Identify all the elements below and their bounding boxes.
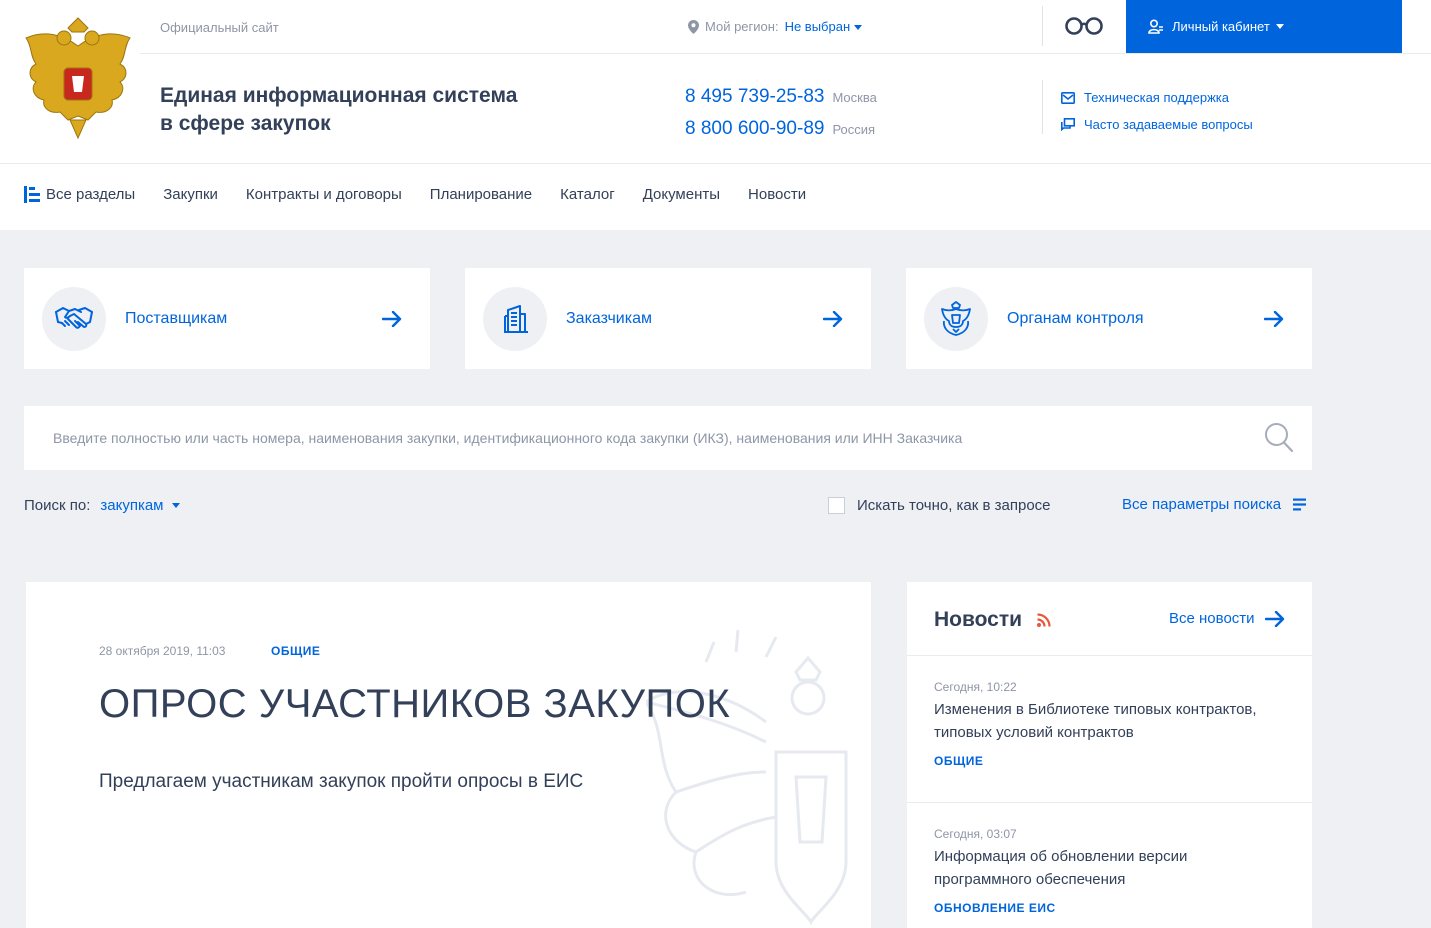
chevron-down-icon [171,503,180,508]
news-title-text: Новости [934,608,1023,631]
site-header: Официальный сайт Мой регион: Не выбран Л… [0,0,1431,230]
header-divider [140,53,1431,54]
nav-item-planning[interactable]: Планирование [430,186,532,203]
search-input[interactable] [24,406,1244,470]
header-separator [1042,6,1043,46]
phone-city: Москва [832,90,877,105]
support-link[interactable]: Техническая поддержка [1061,90,1229,105]
search-by: Поиск по: закупкам [24,497,180,514]
eagle-watermark-icon [646,629,848,926]
all-search-params-link[interactable]: Все параметры поиска [1122,496,1307,513]
support-label: Техническая поддержка [1084,90,1229,105]
arrow-right-icon [823,310,843,327]
news-title: Новости [934,608,1052,632]
coat-of-arms-logo[interactable] [22,16,134,140]
chat-icon [1061,118,1075,131]
site-title[interactable]: Единая информационная система в сфере за… [160,82,540,138]
role-card-customers[interactable]: Заказчикам [465,268,871,369]
nav-item-news[interactable]: Новости [748,186,806,203]
phone-row: 8 800 600-90-89 Россия [685,118,875,140]
faq-link[interactable]: Часто задаваемые вопросы [1061,117,1253,132]
search-by-label: Поиск по: [24,497,91,514]
role-card-control-bodies[interactable]: Органам контроля [906,268,1312,369]
article-date: 28 октября 2019, 11:03 [99,644,226,658]
header-divider [0,163,1431,164]
mail-icon [1061,91,1075,104]
search-by-dropdown[interactable]: закупкам [100,497,180,514]
article-tag[interactable]: ОБЩИЕ [271,644,320,658]
news-item-title[interactable]: Изменения в Библиотеке типовых контракто… [934,698,1284,744]
all-news-link[interactable]: Все новости [1169,610,1285,627]
handshake-icon [55,306,93,329]
rss-icon[interactable] [1036,612,1052,628]
news-divider [907,802,1312,803]
search-icon[interactable] [1264,422,1294,454]
search-box [24,406,1312,470]
sections-icon [24,186,40,203]
personal-cabinet-button[interactable]: Личный кабинет [1126,0,1402,53]
region-label: Мой регион: [705,19,779,34]
role-icon-circle [924,286,988,351]
news-item-title[interactable]: Информация об обновлении версии программ… [934,845,1284,891]
phone-number[interactable]: 8 495 739-25-83 [685,86,824,107]
news-item-date: Сегодня, 10:22 [934,680,1017,694]
news-item-date: Сегодня, 03:07 [934,827,1017,841]
phone-number[interactable]: 8 800 600-90-89 [685,118,824,139]
region-value[interactable]: Не выбран [785,19,863,34]
news-item[interactable]: Сегодня, 03:07 Информация об обновлении … [934,827,1284,915]
all-params-label: Все параметры поиска [1122,496,1282,513]
all-news-label: Все новости [1169,610,1255,627]
arrow-right-icon [1264,310,1284,327]
main-navigation: Все разделы Закупки Контракты и договоры… [24,186,834,203]
exact-search-label: Искать точно, как в запросе [857,497,1051,514]
nav-item-purchases[interactable]: Закупки [163,186,218,203]
nav-item-label: Все разделы [46,186,136,203]
accessibility-glasses-icon[interactable] [1064,14,1104,38]
nav-item-contracts[interactable]: Контракты и договоры [246,186,402,203]
role-card-suppliers[interactable]: Поставщикам [24,268,430,369]
header-separator [1042,80,1043,134]
site-title-line: в сфере закупок [160,112,331,135]
article-headline[interactable]: ОПРОС УЧАСТНИКОВ ЗАКУПОК [99,682,730,727]
news-item[interactable]: Сегодня, 10:22 Изменения в Библиотеке ти… [934,680,1284,768]
filter-list-icon [1293,498,1307,511]
phone-city: Россия [832,122,876,137]
search-by-value: закупкам [100,497,164,514]
role-icon-circle [42,286,106,351]
phone-row: 8 495 739-25-83 Москва [685,86,877,108]
role-icon-circle [483,286,547,351]
chevron-down-icon [1275,24,1284,29]
article-lead: Предлагаем участникам закупок пройти опр… [99,771,584,792]
news-item-tag[interactable]: ОБЩИЕ [934,754,1284,768]
featured-news-card[interactable]: 28 октября 2019, 11:03 ОБЩИЕ ОПРОС УЧАСТ… [26,582,871,928]
chevron-down-icon [854,25,863,31]
nav-item-catalog[interactable]: Каталог [560,186,615,203]
nav-item-documents[interactable]: Документы [643,186,720,203]
arrow-right-icon [1264,610,1284,627]
emblem-icon [941,300,971,336]
role-card-label: Органам контроля [1007,309,1144,327]
site-title-line: Единая информационная система [160,84,518,107]
exact-search-option[interactable]: Искать точно, как в запросе [828,497,1051,514]
news-divider [907,655,1312,656]
building-icon [504,304,528,333]
news-panel: Новости Все новости Сегодня, 10:22 Измен… [907,582,1312,928]
region-selector[interactable]: Мой регион: Не выбран [688,19,863,34]
role-card-label: Заказчикам [566,309,652,327]
official-site-label: Официальный сайт [160,20,279,35]
region-value-text: Не выбран [784,19,851,34]
arrow-right-icon [382,310,402,327]
faq-label: Часто задаваемые вопросы [1084,117,1253,132]
news-item-tag[interactable]: ОБНОВЛЕНИЕ ЕИС [934,901,1284,915]
user-icon [1148,18,1163,34]
exact-search-checkbox[interactable] [828,497,845,514]
location-pin-icon [688,19,699,34]
cabinet-label: Личный кабинет [1172,19,1270,34]
role-card-label: Поставщикам [125,309,228,327]
nav-item-all-sections[interactable]: Все разделы [24,186,135,203]
